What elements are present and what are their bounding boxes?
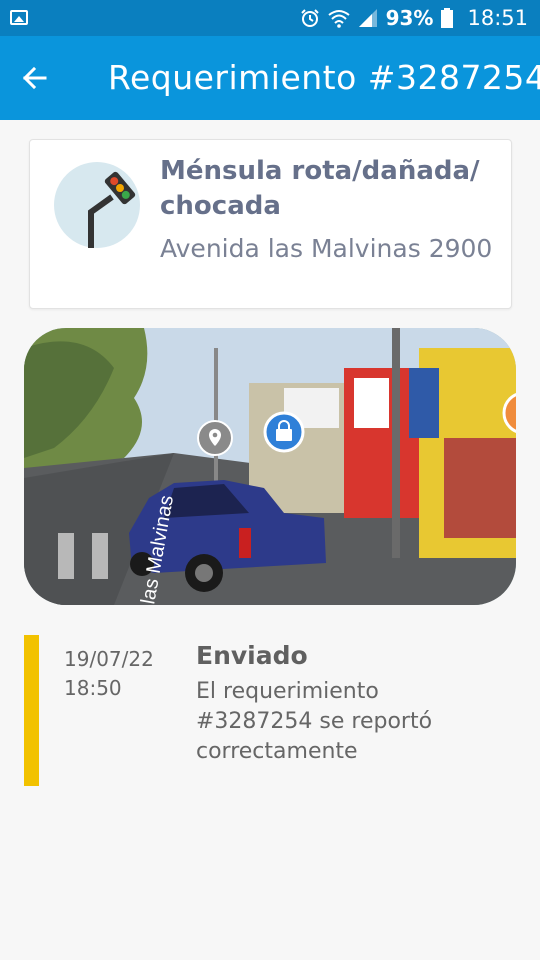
request-address: Avenida las Malvinas 2900: [160, 234, 493, 263]
timeline-date: 19/07/22: [64, 647, 154, 671]
traffic-light-icon: [88, 171, 136, 248]
request-title: Ménsula rota/dañada/ chocada: [160, 156, 480, 221]
status-bar: 93% 18:51: [0, 0, 540, 36]
app-bar: Requerimiento #3287254: [0, 36, 540, 120]
battery-percentage: 93%: [385, 6, 434, 30]
timeline-status-bar: [24, 635, 39, 786]
arrow-back-icon: [22, 66, 47, 90]
timeline-datetime: 19/07/22 18:50: [64, 645, 154, 703]
timeline-time: 18:50: [64, 676, 122, 700]
alarm-icon: [300, 9, 319, 27]
signal-icon: [358, 9, 377, 27]
wifi-icon: [327, 10, 350, 28]
street-photo[interactable]: las Malvinas: [24, 328, 516, 605]
page-title: Requerimiento #3287254: [108, 58, 540, 97]
gallery-icon: [10, 10, 28, 25]
request-card: Ménsula rota/dañada/ chocada Avenida las…: [29, 139, 512, 309]
request-type-avatar: [54, 162, 140, 248]
back-button[interactable]: [14, 60, 54, 96]
timeline-status: Enviado: [196, 641, 308, 670]
clock: 18:51: [467, 6, 528, 30]
shopping-bag-icon[interactable]: [263, 411, 305, 453]
status-icons: 93% 18:51: [300, 0, 528, 36]
location-pin-icon[interactable]: [197, 420, 233, 456]
timeline-message: El requerimiento #3287254 se reportó cor…: [196, 679, 433, 764]
battery-icon: [441, 8, 454, 28]
